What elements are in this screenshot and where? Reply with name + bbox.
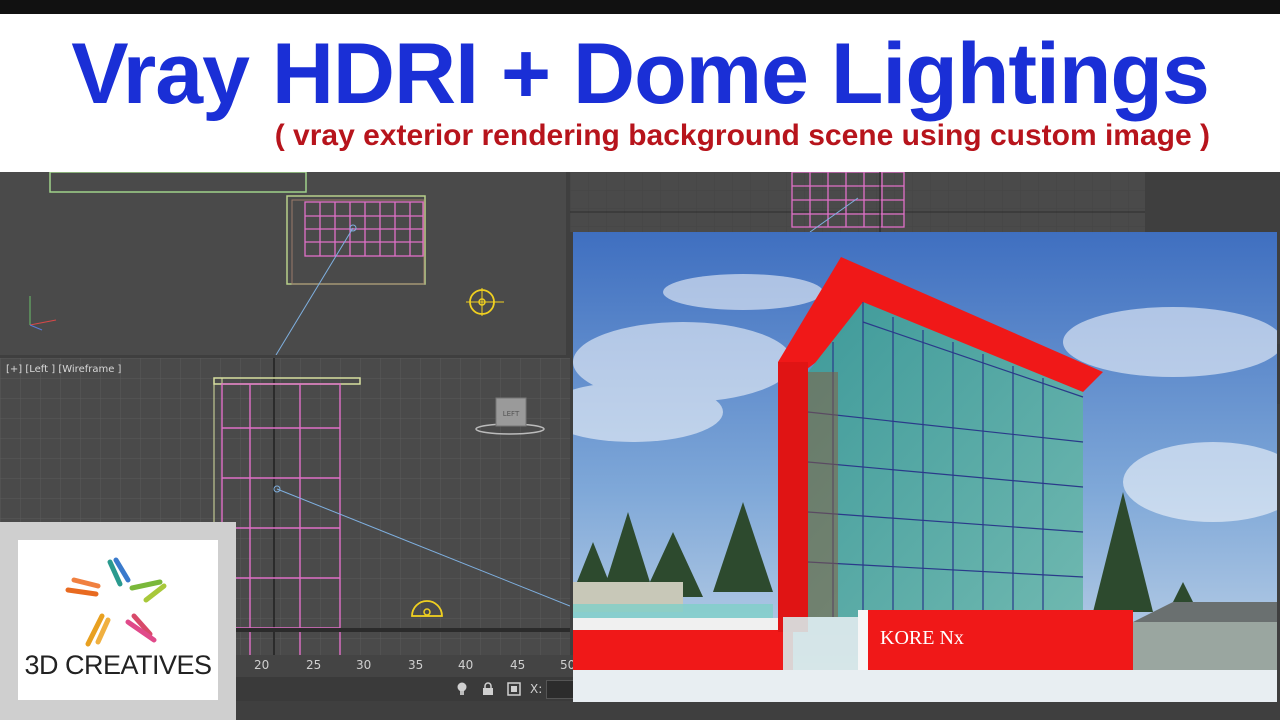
ruler-tick: 30 [356,658,372,672]
ruler-tick: 40 [458,658,474,672]
title-banner: Vray HDRI + Dome Lightings ( vray exteri… [0,14,1280,172]
page-subtitle: ( vray exterior rendering background sce… [274,119,1210,152]
viewport-label[interactable]: [+] [Left ] [Wireframe ] [6,364,121,375]
status-bar: X: [236,677,578,701]
svg-text:LEFT: LEFT [503,410,520,418]
logo-text: 3D CREATIVES [24,650,212,680]
viewport-top-left-canvas [0,172,566,355]
page-title: Vray HDRI + Dome Lightings [71,26,1210,122]
ruler-tick: 20 [254,658,270,672]
viewport-top-right[interactable] [570,172,1145,232]
viewport-divider [236,628,570,632]
lightbulb-icon[interactable] [454,681,470,697]
building-sign-text: KORE Nx [880,627,964,649]
viewport-top-right-canvas [570,172,1145,232]
coord-x-label: X: [530,682,543,696]
selection-icon[interactable] [506,681,522,697]
top-strip [0,0,1280,14]
viewport-top-left[interactable] [0,172,566,355]
render-preview: KORE Nx [573,232,1277,702]
brand-logo: 3D CREATIVES [18,540,218,700]
star-logo-icon [65,557,167,647]
ruler-tick: 45 [510,658,526,672]
time-ruler[interactable]: 20 25 30 35 40 45 50 [236,655,576,677]
ruler-tick: 35 [408,658,424,672]
ruler-tick: 25 [306,658,322,672]
rendered-building-image: KORE Nx [573,232,1277,702]
lock-icon[interactable] [480,681,496,697]
